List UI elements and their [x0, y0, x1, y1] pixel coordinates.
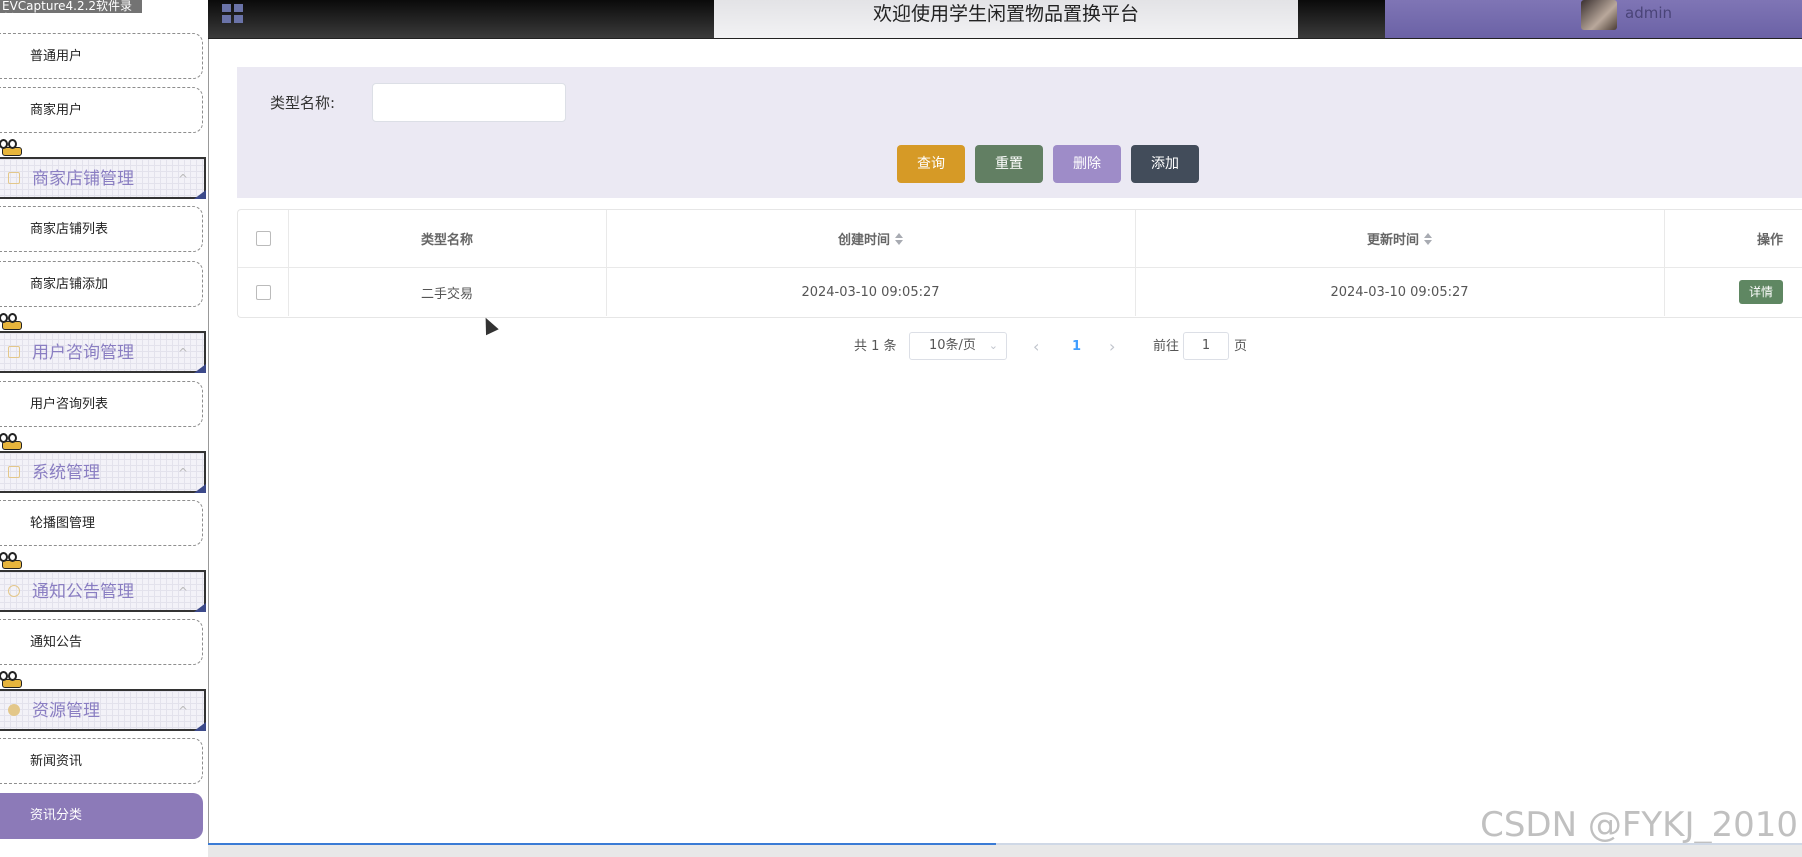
table-header-row: 类型名称 创建时间 更新时间 操作: [238, 210, 1802, 268]
sidebar-group-label: 资源管理: [32, 701, 100, 721]
sidebar-group-shop-management[interactable]: 商家店铺管理 ^: [0, 157, 206, 199]
sidebar-item-label: 轮播图管理: [30, 516, 96, 531]
goto-page-input[interactable]: 1: [1183, 332, 1229, 360]
page-title: 欢迎使用学生闲置物品置换平台: [714, 0, 1298, 38]
column-header-label: 更新时间: [1366, 233, 1419, 248]
data-table: 类型名称 创建时间 更新时间 操作 二手交易 2024-03-10 09:05:…: [237, 209, 1802, 318]
select-all-checkbox[interactable]: [255, 231, 271, 246]
cell-created: 2024-03-10 09:05:27: [606, 268, 1136, 316]
reset-button[interactable]: 重置: [975, 145, 1043, 183]
goto-label: 前往: [1153, 339, 1180, 354]
sidebar-item-shop-add[interactable]: 商家店铺添加: [0, 261, 203, 307]
cell-type-name: 二手交易: [288, 268, 607, 316]
sort-icon[interactable]: [1424, 232, 1432, 245]
sidebar-item-merchant-users[interactable]: 商家用户: [0, 87, 203, 133]
sidebar-item-shop-list[interactable]: 商家店铺列表: [0, 206, 203, 252]
sidebar-group-notice-management[interactable]: 通知公告管理 ^: [0, 570, 206, 612]
sidebar-item-normal-users[interactable]: 普通用户: [0, 33, 203, 79]
column-header-label: 操作: [1756, 233, 1783, 248]
sort-icon[interactable]: [895, 232, 903, 245]
table-row: 二手交易 2024-03-10 09:05:27 2024-03-10 09:0…: [238, 268, 1802, 316]
header-checkbox-cell: [238, 210, 289, 267]
next-page-icon[interactable]: ›: [1109, 332, 1115, 362]
sidebar-item-label: 普通用户: [30, 49, 83, 64]
prev-page-icon[interactable]: ‹: [1033, 332, 1039, 362]
chevron-up-icon: ^: [177, 172, 188, 186]
sidebar-group-label: 系统管理: [32, 463, 100, 483]
type-name-input[interactable]: [372, 83, 566, 122]
sidebar-group-consult-management[interactable]: 用户咨询管理 ^: [0, 331, 206, 373]
sidebar-item-label: 商家店铺添加: [30, 277, 109, 292]
sidebar-group-system-management[interactable]: 系统管理 ^: [0, 451, 206, 493]
pagination-total: 共 1 条: [854, 339, 897, 354]
delete-button[interactable]: 删除: [1053, 145, 1121, 183]
sidebar-item-news[interactable]: 新闻资讯: [0, 738, 203, 784]
bulb-icon: [8, 704, 20, 716]
binder-clip-icon: [0, 671, 24, 689]
chevron-up-icon: ^: [177, 466, 188, 480]
binder-clip-icon: [0, 313, 24, 331]
column-header-type-name: 类型名称: [288, 210, 607, 267]
recorder-watermark: EVCapture4.2.2软件录制: [0, 0, 142, 26]
page-size-value: 10条/页: [929, 338, 976, 353]
user-name[interactable]: admin: [1625, 4, 1672, 22]
page-size-select[interactable]: 10条/页 ⌄: [909, 332, 1007, 360]
sidebar-item-label: 新闻资讯: [30, 754, 83, 769]
sidebar-item-label: 资讯分类: [30, 808, 83, 823]
detail-button[interactable]: 详情: [1739, 280, 1783, 304]
sidebar-group-label: 商家店铺管理: [32, 169, 134, 189]
binder-clip-icon: [0, 433, 24, 451]
page-suffix: 页: [1234, 339, 1248, 354]
top-header: 欢迎使用学生闲置物品置换平台 admin: [208, 0, 1802, 39]
csdn-watermark: CSDN @FYKJ_2010: [1480, 805, 1798, 845]
row-checkbox[interactable]: [255, 284, 271, 300]
add-button[interactable]: 添加: [1131, 145, 1199, 183]
info-icon: [8, 585, 20, 597]
sidebar-item-label: 通知公告: [30, 635, 83, 650]
consult-icon: [8, 346, 20, 358]
chevron-up-icon: ^: [177, 585, 188, 599]
cell-actions: 详情: [1664, 268, 1802, 316]
sidebar-item-label: 商家用户: [30, 103, 83, 118]
image-icon: [8, 466, 20, 478]
page-number[interactable]: 1: [1072, 332, 1081, 362]
column-header-updated[interactable]: 更新时间: [1135, 210, 1665, 267]
bottom-progress-bar: [208, 843, 1802, 857]
sidebar-group-resource-management[interactable]: 资源管理 ^: [0, 689, 206, 731]
sidebar-item-news-category[interactable]: 资讯分类: [0, 793, 203, 839]
sidebar-item-consult-list[interactable]: 用户咨询列表: [0, 381, 203, 427]
search-label: 类型名称:: [270, 94, 336, 112]
grid-menu-icon[interactable]: [222, 4, 244, 24]
user-area[interactable]: admin: [1385, 0, 1802, 38]
shop-icon: [8, 172, 20, 184]
query-button[interactable]: 查询: [897, 145, 965, 183]
cell-updated: 2024-03-10 09:05:27: [1135, 268, 1665, 316]
row-checkbox-cell: [238, 268, 289, 316]
chevron-up-icon: ^: [177, 346, 188, 360]
column-header-label: 创建时间: [837, 233, 890, 248]
sidebar-item-label: 商家店铺列表: [30, 222, 109, 237]
avatar[interactable]: [1581, 0, 1617, 30]
sidebar-group-label: 用户咨询管理: [32, 343, 134, 363]
search-panel: 类型名称: 查询 重置 删除 添加: [237, 67, 1802, 198]
sidebar-item-notice[interactable]: 通知公告: [0, 619, 203, 665]
binder-clip-icon: [0, 552, 24, 570]
binder-clip-icon: [0, 139, 24, 157]
chevron-down-icon: ⌄: [988, 339, 998, 352]
column-header-actions: 操作: [1664, 210, 1802, 267]
sidebar-group-label: 通知公告管理: [32, 582, 134, 602]
sidebar: 普通用户 商家用户 商家店铺管理 ^ 商家店铺列表 商家店铺添加 用户咨询管理 …: [0, 0, 209, 857]
sidebar-item-label: 用户咨询列表: [30, 397, 109, 412]
sidebar-item-carousel[interactable]: 轮播图管理: [0, 500, 203, 546]
chevron-up-icon: ^: [177, 704, 188, 718]
column-header-created[interactable]: 创建时间: [606, 210, 1136, 267]
